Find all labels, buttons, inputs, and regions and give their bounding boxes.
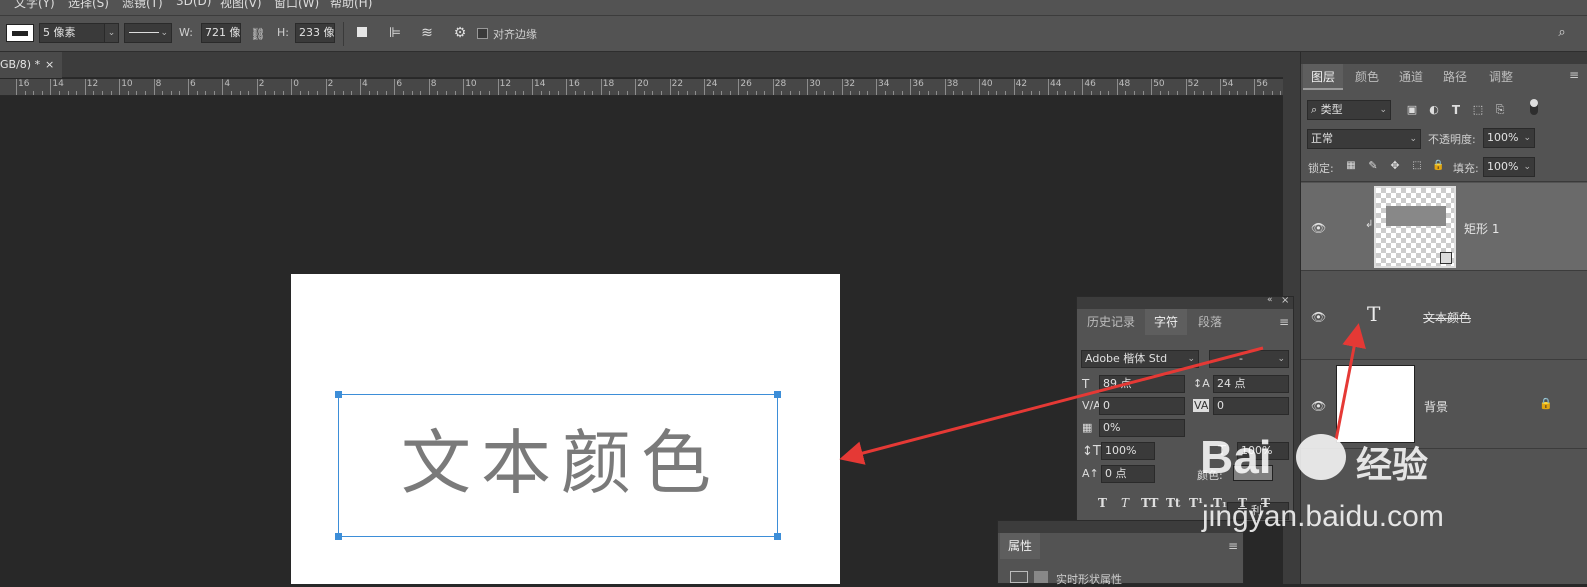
watermark: Bai 经验 jingyan.baidu.com bbox=[1200, 430, 1500, 570]
watermark-url: jingyan.baidu.com bbox=[1202, 500, 1444, 533]
arrow-to-type-layer bbox=[1334, 323, 1366, 441]
paw-logo-icon bbox=[1296, 434, 1346, 480]
watermark-brand-suffix: 经验 bbox=[1356, 445, 1429, 486]
watermark-brand: Bai bbox=[1200, 431, 1272, 483]
